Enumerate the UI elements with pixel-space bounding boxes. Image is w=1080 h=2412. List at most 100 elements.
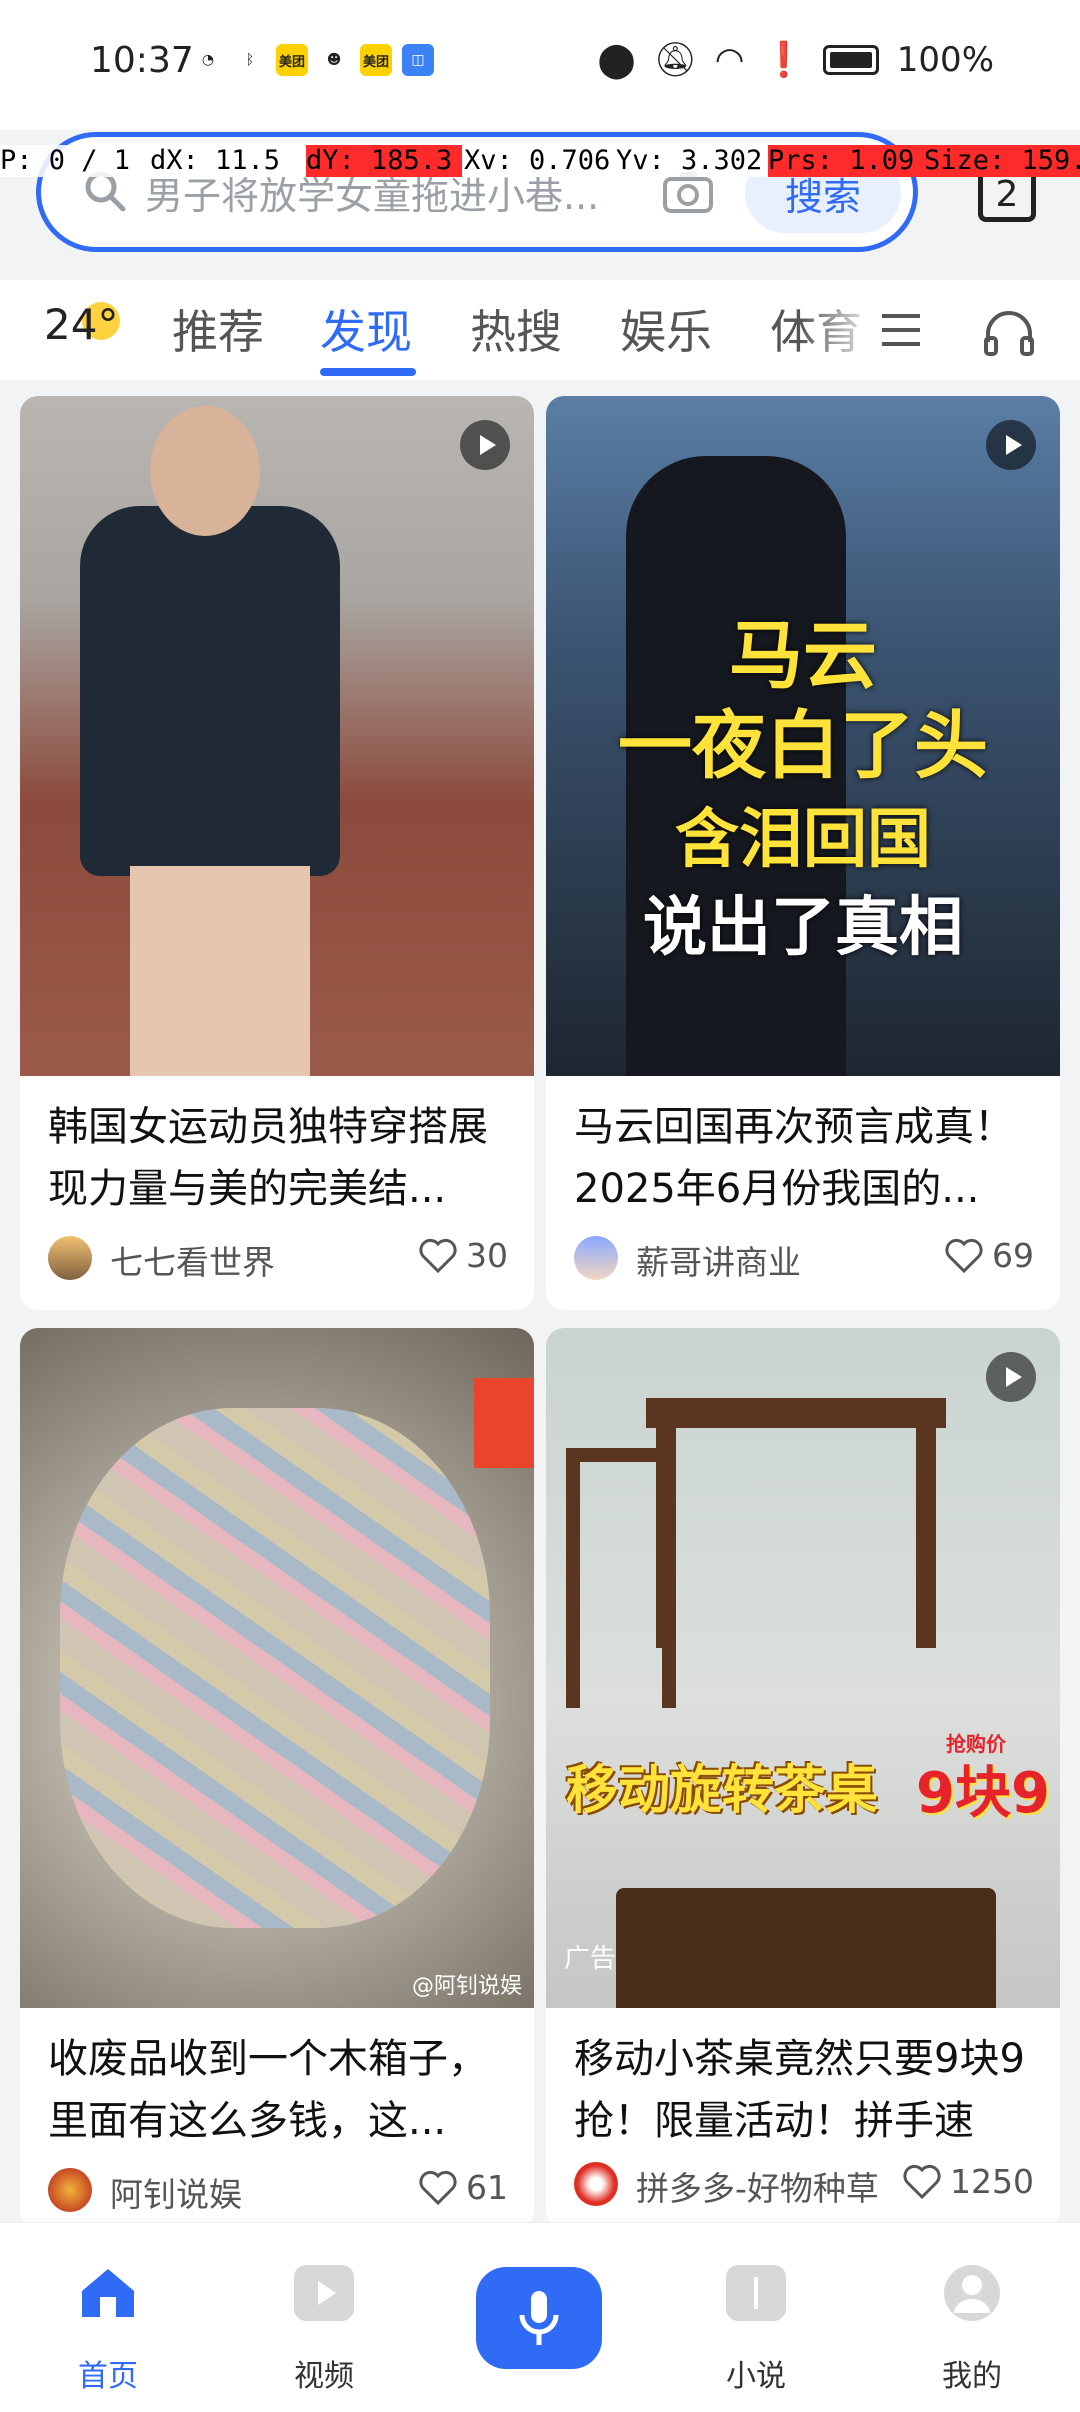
heart-icon	[419, 1238, 457, 1273]
heart-icon	[945, 1238, 983, 1273]
tea-set-table	[616, 1888, 996, 2008]
location-icon: ⬤	[597, 40, 636, 80]
card-image[interactable]: @阿钊说娱	[20, 1328, 534, 2008]
battery-icon	[822, 45, 879, 75]
debug-xv: Xv: 0.706	[464, 145, 611, 176]
author-avatar[interactable]	[48, 2168, 92, 2212]
overlay-line-3: 含泪回国	[675, 803, 931, 877]
tab-entertainment[interactable]: 娱乐	[620, 296, 712, 362]
nav-home[interactable]: 首页	[38, 2223, 178, 2412]
video-play-icon	[986, 1352, 1036, 1402]
active-tab-indicator	[320, 368, 416, 376]
athlete-head	[150, 406, 260, 536]
author-avatar[interactable]	[48, 1236, 92, 1280]
red-bag	[474, 1378, 534, 1468]
like-button[interactable]: 69	[944, 1236, 1034, 1275]
cash-pile	[60, 1408, 490, 1928]
card-title[interactable]: 移动小茶桌竟然只要9块9抢！限量活动！拼手速	[574, 2028, 1034, 2152]
like-count: 69	[992, 1236, 1034, 1275]
meituan-icon-2: 美团	[360, 44, 392, 76]
video-play-icon	[460, 420, 510, 470]
debug-dx: dX: 11.5	[150, 145, 281, 176]
card-meta: 薪哥讲商业 69	[574, 1232, 1034, 1284]
like-count: 1250	[950, 2162, 1034, 2201]
author-avatar[interactable]	[574, 1236, 618, 1280]
ad-card[interactable]: 移动旋转茶桌 抢购价 9块9 广告 移动小茶桌竟然只要9块9抢！限量活动！拼手速…	[546, 1328, 1060, 2228]
status-bar: 10:37 ◔ ᛒ 美团 ☻ 美团 ◫ ⬤ 🔕︎ ◠ ❗ 100%	[0, 0, 1080, 130]
channel-tabs: 24° 推荐 发现 热搜 娱乐 体育	[0, 280, 1080, 380]
status-time: 10:37	[90, 40, 194, 81]
nav-video[interactable]: 视频	[254, 2223, 394, 2412]
card-meta: 七七看世界 30	[48, 1232, 508, 1284]
video-play-icon	[986, 420, 1036, 470]
nav-video-label: 视频	[294, 2359, 354, 2394]
heart-icon	[419, 2170, 457, 2205]
meituan-icon: 美团	[276, 44, 308, 76]
tab-hot-search[interactable]: 热搜	[470, 296, 562, 362]
nav-profile[interactable]: 我的	[902, 2223, 1042, 2412]
microphone-icon	[519, 2291, 559, 2345]
book-icon	[726, 2265, 786, 2321]
author-name[interactable]: 薪哥讲商业	[636, 1236, 801, 1284]
ad-overlay-title: 移动旋转茶桌	[566, 1761, 879, 1821]
like-button[interactable]: 1250	[902, 2162, 1034, 2201]
author-name[interactable]: 七七看世界	[110, 1236, 275, 1284]
like-count: 30	[466, 1236, 508, 1275]
shopping-bag-icon: ◫	[402, 44, 434, 76]
nav-novel[interactable]: 小说	[686, 2223, 826, 2412]
nav-novel-label: 小说	[726, 2359, 786, 2394]
card-title[interactable]: 马云回国再次预言成真！2025年6月份我国的...	[574, 1096, 1034, 1220]
card-image[interactable]	[20, 396, 534, 1076]
heart-icon	[903, 2164, 941, 2199]
ad-label: 广告	[564, 1944, 617, 1974]
nav-home-label: 首页	[78, 2359, 138, 2394]
voice-search-button[interactable]	[476, 2267, 602, 2369]
author-name[interactable]: 拼多多-好物种草	[636, 2162, 879, 2210]
feed-card[interactable]: 韩国女运动员独特穿搭展现力量与美的完美结... 七七看世界 30	[20, 396, 534, 1310]
table-leg	[916, 1428, 936, 1648]
tab-discover[interactable]: 发现	[320, 296, 412, 362]
card-meta: 拼多多-好物种草 1250	[574, 2158, 1034, 2210]
mute-bell-icon: 🔕︎	[653, 40, 697, 80]
card-meta: 阿钊说娱 61	[48, 2164, 508, 2216]
weather-temperature[interactable]: 24°	[44, 300, 118, 349]
athlete-figure	[80, 506, 340, 876]
tabs-fade	[800, 280, 880, 380]
home-icon	[82, 2269, 134, 2317]
overlay-line-2: 一夜白了头	[618, 703, 988, 789]
author-avatar[interactable]	[574, 2162, 618, 2206]
feed-card[interactable]: @阿钊说娱 收废品收到一个木箱子，里面有这么多钱，这... 阿钊说娱 61	[20, 1328, 534, 2228]
like-button[interactable]: 61	[418, 2168, 508, 2207]
mascot-icon: ☻	[326, 52, 342, 68]
author-name[interactable]: 阿钊说娱	[110, 2168, 242, 2216]
tab-recommend[interactable]: 推荐	[172, 296, 264, 362]
card-image[interactable]: 马云 一夜白了头 含泪回国 说出了真相	[546, 396, 1060, 1076]
notification-icons: ◔ ᛒ 美团 ☻ 美团 ◫	[192, 44, 434, 76]
card-image[interactable]: 移动旋转茶桌 抢购价 9块9 广告	[546, 1328, 1060, 2008]
debug-dy: dY: 185.3	[306, 145, 462, 177]
card-title[interactable]: 收废品收到一个木箱子，里面有这么多钱，这...	[48, 2028, 508, 2152]
ad-price: 9块9	[916, 1761, 1050, 1826]
bottom-navigation: 首页 视频 小说 我的	[0, 2222, 1080, 2412]
video-icon	[294, 2265, 354, 2321]
speedometer-icon: ◔	[201, 52, 215, 68]
like-button[interactable]: 30	[418, 1236, 508, 1275]
like-count: 61	[466, 2168, 508, 2207]
feed-card[interactable]: 马云 一夜白了头 含泪回国 说出了真相 马云回国再次预言成真！2025年6月份我…	[546, 396, 1060, 1310]
bluetooth-icon: ᛒ	[245, 52, 255, 68]
headphones-icon[interactable]	[982, 308, 1036, 358]
debug-yv: Yv: 3.302	[616, 145, 763, 176]
user-icon	[944, 2265, 1000, 2321]
system-icons: ⬤ 🔕︎ ◠ ❗ 100%	[598, 40, 994, 80]
battery-level: 100%	[896, 40, 994, 80]
debug-pointer: P: 0 / 1	[0, 145, 131, 176]
wifi-icon: ◠	[714, 40, 745, 80]
nav-profile-label: 我的	[942, 2359, 1002, 2394]
athlete-legs	[130, 866, 310, 1076]
menu-icon[interactable]	[880, 312, 922, 348]
pointer-debug-overlay: P: 0 / 1 dX: 11.5 dY: 185.3 Xv: 0.706 Yv…	[0, 145, 1080, 177]
card-title[interactable]: 韩国女运动员独特穿搭展现力量与美的完美结...	[48, 1096, 508, 1220]
debug-size: Size: 159.0	[924, 145, 1080, 176]
alert-icon: ❗	[762, 40, 805, 80]
overlay-line-4: 说出了真相	[643, 891, 963, 965]
